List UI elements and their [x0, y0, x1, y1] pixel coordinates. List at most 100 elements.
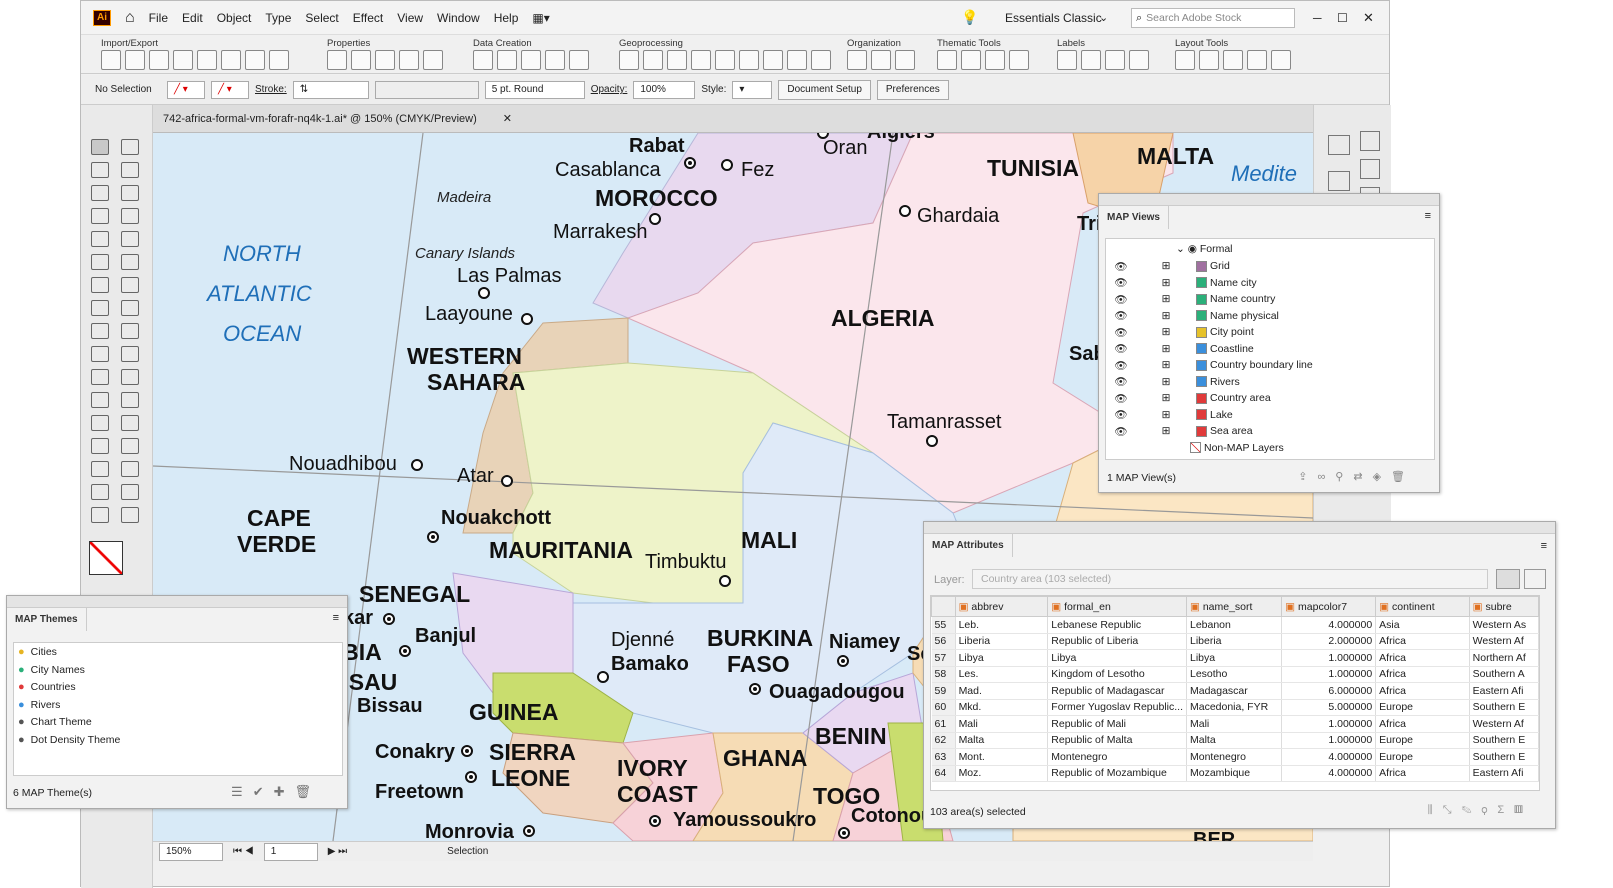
menu-object[interactable]: Object: [217, 11, 252, 25]
column-header[interactable]: ▣ name_sort: [1185, 596, 1283, 617]
layer-toggle-icon[interactable]: ⊞: [1136, 376, 1196, 388]
document-setup-button[interactable]: Document Setup: [778, 79, 871, 100]
data-creation-buttons[interactable]: [473, 50, 589, 70]
artboard-select[interactable]: 1: [263, 842, 318, 861]
map-themes-tab[interactable]: MAP Themes: [7, 608, 87, 631]
tool-button[interactable]: [91, 507, 109, 523]
theme-item[interactable]: ● Cities: [18, 644, 338, 660]
opacity-field[interactable]: 100%: [633, 80, 696, 99]
menu-help[interactable]: Help: [494, 11, 519, 25]
theme-item[interactable]: ● City Names: [18, 662, 338, 678]
tool-button[interactable]: [91, 185, 109, 201]
tool-button[interactable]: [121, 185, 139, 201]
visibility-eye-icon[interactable]: 👁: [1106, 260, 1136, 273]
map-attributes-tab[interactable]: MAP Attributes: [924, 534, 1013, 557]
fill-swatch[interactable]: ╱ ▾: [167, 80, 205, 99]
layer-select[interactable]: Country area (103 selected): [972, 569, 1488, 589]
visibility-eye-icon[interactable]: 👁: [1106, 425, 1136, 438]
themes-toolbar-icons[interactable]: ☰✔✚🗑: [231, 784, 321, 800]
attribute-table-container[interactable]: ▣ abbrev ▣ formal_en ▣ name_sort ▣ mapcolor…: [930, 595, 1540, 791]
tool-button[interactable]: [121, 507, 139, 523]
tool-button[interactable]: [121, 300, 139, 316]
layer-toggle-icon[interactable]: ⊞: [1136, 425, 1196, 437]
tool-button[interactable]: [121, 346, 139, 362]
tool-button[interactable]: [91, 484, 109, 500]
import-export-buttons[interactable]: [101, 50, 289, 70]
zoom-select[interactable]: 150%: [159, 842, 223, 861]
table-row[interactable]: 58 Les. Kingdom of Lesotho Lesotho 1.000000 A…: [931, 666, 1539, 683]
search-input[interactable]: Search Adobe Stock: [1146, 12, 1241, 24]
theme-item[interactable]: ● Chart Theme: [18, 714, 338, 730]
layer-toggle-icon[interactable]: ⊞: [1136, 359, 1196, 371]
menu-select[interactable]: Select: [305, 11, 338, 25]
table-options-icon[interactable]: [1524, 569, 1546, 589]
visibility-eye-icon[interactable]: 👁: [1106, 392, 1136, 405]
menu-file[interactable]: File: [149, 11, 168, 25]
tool-button[interactable]: [121, 461, 139, 477]
search-stock-field[interactable]: ⌕ Search Adobe Stock: [1131, 8, 1295, 28]
tool-button[interactable]: [121, 369, 139, 385]
view-layer-row[interactable]: 👁 ⊞ Name physical: [1106, 308, 1434, 324]
stroke-label[interactable]: Stroke:: [255, 84, 287, 95]
column-header[interactable]: ▣ subre: [1468, 596, 1539, 617]
tool-button[interactable]: [121, 438, 139, 454]
preferences-button[interactable]: Preferences: [876, 79, 949, 100]
view-layer-row[interactable]: 👁 ⊞ Sea area: [1106, 423, 1434, 439]
theme-item[interactable]: ● Rivers: [18, 697, 338, 713]
table-row[interactable]: 57 Libya Libya Libya 1.000000 Africa Northern …: [931, 649, 1539, 667]
panel-menu-icon[interactable]: ≡: [333, 612, 339, 624]
visibility-eye-icon[interactable]: 👁: [1106, 309, 1136, 322]
layer-toggle-icon[interactable]: ⊞: [1136, 409, 1196, 421]
view-root[interactable]: ⌄ ◉ Formal: [1176, 241, 1233, 257]
visibility-eye-icon[interactable]: 👁: [1106, 276, 1136, 289]
tool-button[interactable]: [91, 415, 109, 431]
view-layer-row[interactable]: 👁 ⊞ Country area: [1106, 390, 1434, 406]
tool-button[interactable]: [91, 392, 109, 408]
tool-button[interactable]: [121, 323, 139, 339]
layer-toggle-icon[interactable]: ⊞: [1136, 392, 1196, 404]
close-tab-icon[interactable]: ✕: [503, 112, 512, 125]
theme-item[interactable]: ● Countries: [18, 679, 338, 695]
map-views-tab[interactable]: MAP Views: [1099, 206, 1169, 229]
tool-button[interactable]: [121, 139, 139, 155]
tool-button[interactable]: [121, 162, 139, 178]
tool-button[interactable]: [91, 369, 109, 385]
brush-select[interactable]: 5 pt. Round: [484, 80, 585, 99]
tool-button[interactable]: [121, 231, 139, 247]
tool-button[interactable]: [121, 277, 139, 293]
stroke-swatch[interactable]: ╱ ▾: [211, 80, 249, 99]
view-layer-row[interactable]: 👁 ⊞ Coastline: [1106, 341, 1434, 357]
thematic-buttons[interactable]: [937, 50, 1029, 70]
tool-button[interactable]: [91, 346, 109, 362]
theme-item[interactable]: ● Dot Density Theme: [18, 732, 338, 748]
layer-toggle-icon[interactable]: ⊞: [1136, 260, 1196, 272]
geoprocessing-buttons[interactable]: [619, 50, 831, 70]
non-map-layers-row[interactable]: Non-MAP Layers: [1190, 440, 1284, 456]
pin-icon[interactable]: [1496, 569, 1520, 589]
menu-window[interactable]: Window: [437, 11, 480, 25]
table-row[interactable]: 59 Mad. Republic of Madagascar Madagascar 6.…: [931, 682, 1539, 700]
artboard-nav-next[interactable]: ▶ ⏭: [328, 846, 347, 857]
visibility-eye-icon[interactable]: 👁: [1106, 359, 1136, 372]
artboard-nav-prev[interactable]: ⏮ ◀: [233, 846, 254, 857]
column-header[interactable]: ▣ abbrev: [954, 596, 1049, 617]
table-row[interactable]: 60 Mkd. Former Yugoslav Republic... Macedon…: [931, 699, 1539, 716]
fill-stroke-swatch[interactable]: [89, 541, 123, 575]
tool-button[interactable]: [91, 461, 109, 477]
tool-button[interactable]: [91, 300, 109, 316]
maximize-button[interactable]: ☐: [1337, 11, 1348, 25]
panel-titlebar[interactable]: [1099, 194, 1439, 206]
tool-button[interactable]: [91, 139, 109, 155]
panel-titlebar[interactable]: [7, 596, 347, 608]
properties-buttons[interactable]: [327, 50, 443, 70]
view-layer-row[interactable]: 👁 ⊞ Grid: [1106, 258, 1434, 274]
visibility-eye-icon[interactable]: 👁: [1106, 342, 1136, 355]
visibility-eye-icon[interactable]: 👁: [1106, 326, 1136, 339]
tool-button[interactable]: [91, 277, 109, 293]
home-icon[interactable]: ⌂: [125, 9, 135, 27]
3d-icon[interactable]: [1360, 131, 1380, 151]
visibility-eye-icon[interactable]: 👁: [1106, 375, 1136, 388]
organization-buttons[interactable]: [847, 50, 915, 70]
labels-buttons[interactable]: [1057, 50, 1149, 70]
view-layer-row[interactable]: 👁 ⊞ Country boundary line: [1106, 357, 1434, 373]
